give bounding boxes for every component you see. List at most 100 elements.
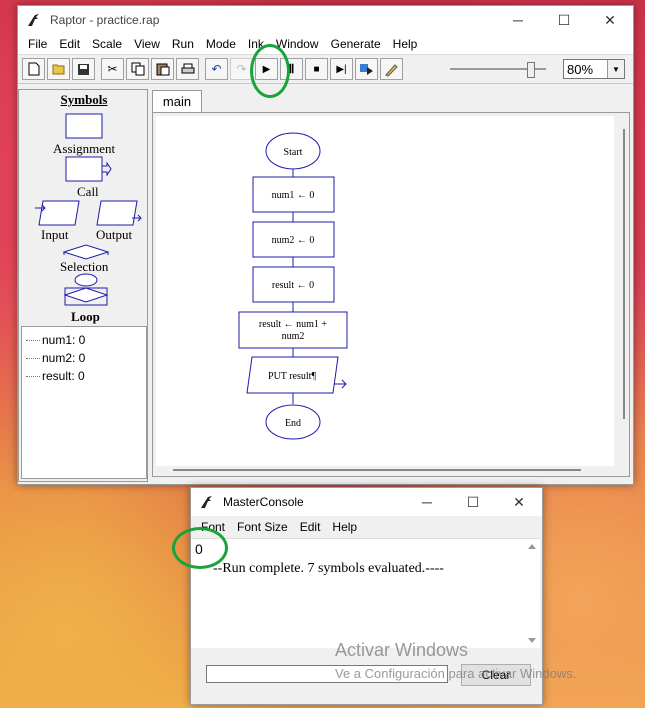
- print-button[interactable]: [176, 58, 199, 80]
- speed-slider[interactable]: [450, 61, 548, 78]
- console-menu-bar: Font Font Size Edit Help: [191, 516, 542, 538]
- variable-value: num2: 0: [42, 351, 86, 365]
- input-label: Input: [41, 227, 69, 242]
- maximize-button[interactable]: ☐: [541, 6, 587, 34]
- scroll-up-icon: [528, 544, 536, 549]
- console-output[interactable]: 0 --Run complete. 7 symbols evaluated.--…: [191, 538, 540, 648]
- undo-icon: ↶: [211, 62, 222, 76]
- flowchart-canvas: Start num1 ← 0 num2 ← 0 result ← 0 resul…: [152, 112, 630, 477]
- slider-thumb[interactable]: [527, 62, 535, 78]
- assignment-label: Assignment: [53, 141, 116, 156]
- new-file-button[interactable]: [22, 58, 45, 80]
- start-text: Start: [284, 147, 303, 158]
- console-menu-edit[interactable]: Edit: [294, 520, 327, 534]
- output-symbol[interactable]: [96, 200, 142, 226]
- paste-button[interactable]: [151, 58, 174, 80]
- step-icon: ▶|: [336, 63, 347, 75]
- assign-result-text: result ← 0: [272, 280, 314, 291]
- selection-symbol[interactable]: [62, 244, 110, 260]
- assign-sum-text-2: num2: [282, 331, 305, 342]
- menu-view[interactable]: View: [128, 37, 166, 51]
- annotation-circle-run: [250, 44, 290, 98]
- variables-panel: num1: 0 num2: 0 result: 0: [21, 326, 147, 479]
- menu-help[interactable]: Help: [387, 37, 424, 51]
- console-status: --Run complete. 7 symbols evaluated.----: [213, 561, 444, 576]
- open-button[interactable]: [47, 58, 70, 80]
- menu-file[interactable]: File: [22, 37, 53, 51]
- loop-symbol[interactable]: [63, 273, 109, 306]
- symbol-shapes: [35, 113, 142, 306]
- call-label: Call: [77, 184, 99, 199]
- cut-button[interactable]: ✂: [101, 58, 124, 80]
- flowchart-area: Start num1 ← 0 num2 ← 0 result ← 0 resul…: [156, 116, 614, 466]
- variable-row: num1: 0: [26, 333, 85, 347]
- watermark-subtitle: Ve a Configuración para activar Windows.: [335, 666, 577, 681]
- flowchart: Start num1 ← 0 num2 ← 0 result ← 0 resul…: [238, 132, 348, 440]
- output-text: PUT result¶: [268, 371, 316, 382]
- console-close-button[interactable]: ✕: [496, 488, 542, 516]
- assign-sum[interactable]: [238, 311, 348, 349]
- assignment-symbol[interactable]: [65, 113, 103, 139]
- close-button[interactable]: ✕: [587, 6, 633, 34]
- undo-button[interactable]: ↶: [205, 58, 228, 80]
- symbols-panel: Symbols Assignment Call Input Output Sel…: [18, 89, 148, 482]
- console-title: MasterConsole: [223, 495, 304, 509]
- step-button[interactable]: ▶|: [330, 58, 353, 80]
- input-symbol[interactable]: [35, 200, 80, 226]
- step-into-button[interactable]: [355, 58, 378, 80]
- menu-generate[interactable]: Generate: [325, 37, 387, 51]
- console-scrollbar[interactable]: [526, 541, 538, 646]
- vertical-scrollbar[interactable]: [623, 129, 625, 419]
- menu-bar: File Edit Scale View Run Mode Ink Window…: [18, 34, 633, 55]
- title-bar: Raptor - practice.rap ─ ☐ ✕: [18, 6, 633, 34]
- assign-num2-text: num2 ← 0: [272, 235, 315, 246]
- chevron-down-icon[interactable]: ▼: [607, 60, 624, 78]
- window-title: Raptor - practice.rap: [50, 13, 160, 27]
- paste-icon: [156, 63, 169, 76]
- stop-icon: ■: [313, 63, 320, 75]
- end-text: End: [285, 418, 301, 429]
- raptor-main-window: Raptor - practice.rap ─ ☐ ✕ File Edit Sc…: [17, 5, 634, 485]
- selection-label: Selection: [60, 259, 109, 274]
- variable-row: result: 0: [26, 369, 85, 383]
- raptor-app-icon: [28, 14, 39, 26]
- menu-scale[interactable]: Scale: [86, 37, 128, 51]
- open-folder-icon: [52, 64, 64, 75]
- call-symbol[interactable]: [65, 156, 112, 182]
- minimize-button[interactable]: ─: [495, 6, 541, 34]
- assign-num1-text: num1 ← 0: [272, 190, 315, 201]
- console-minimize-button[interactable]: ─: [404, 488, 450, 516]
- cut-icon: ✂: [107, 62, 118, 76]
- tab-main[interactable]: main: [152, 90, 202, 112]
- copy-button[interactable]: [126, 58, 149, 80]
- horizontal-scrollbar[interactable]: [173, 469, 581, 471]
- menu-run[interactable]: Run: [166, 37, 200, 51]
- variable-value: num1: 0: [42, 333, 86, 347]
- menu-mode[interactable]: Mode: [200, 37, 242, 51]
- annotation-circle-output: [172, 527, 228, 569]
- save-button[interactable]: [72, 58, 95, 80]
- activation-watermark: Activar Windows Ve a Configuración para …: [335, 640, 576, 681]
- loop-label: Loop: [71, 309, 100, 324]
- save-icon: [78, 63, 89, 75]
- variable-row: num2: 0: [26, 351, 85, 365]
- pen-icon: [385, 63, 398, 77]
- ink-pen-button[interactable]: [380, 58, 403, 80]
- new-file-icon: [28, 62, 39, 76]
- step-into-icon: [360, 64, 373, 75]
- assign-sum-text: result ← num1 +: [259, 319, 327, 330]
- stop-button[interactable]: ■: [305, 58, 328, 80]
- console-title-bar: MasterConsole ─ ☐ ✕: [191, 488, 542, 516]
- console-maximize-button[interactable]: ☐: [450, 488, 496, 516]
- console-menu-font-size[interactable]: Font Size: [231, 520, 294, 534]
- toolbar: ✂ ↶ ↷ ▶ Ⅱ ■ ▶| 80% ▼: [18, 55, 633, 84]
- console-menu-help[interactable]: Help: [326, 520, 363, 534]
- menu-edit[interactable]: Edit: [53, 37, 86, 51]
- variable-value: result: 0: [42, 369, 85, 383]
- redo-icon: ↷: [236, 62, 247, 76]
- raptor-app-icon: [201, 496, 212, 508]
- zoom-select[interactable]: 80% ▼: [563, 59, 625, 79]
- copy-icon: [131, 62, 144, 76]
- watermark-title: Activar Windows: [335, 640, 469, 660]
- zoom-value: 80%: [567, 61, 594, 77]
